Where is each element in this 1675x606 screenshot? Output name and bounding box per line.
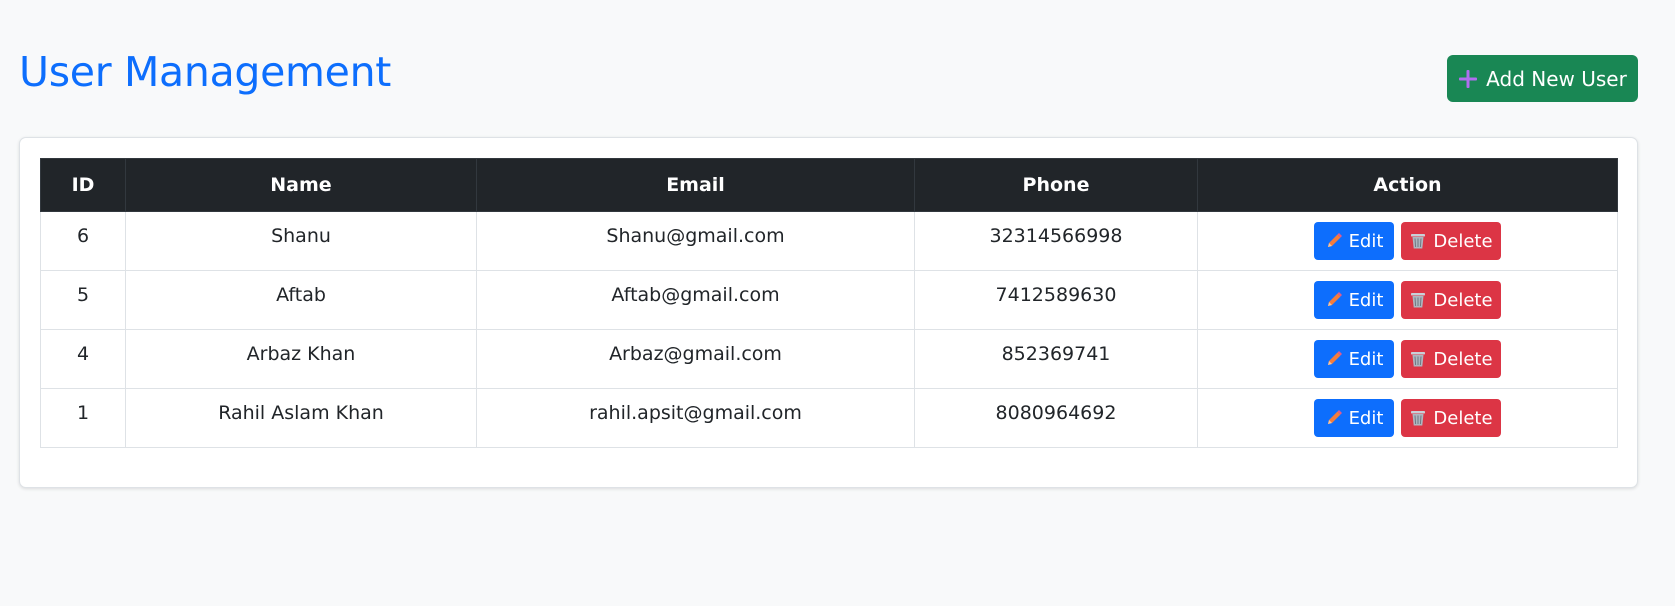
table-row: 4 Arbaz Khan Arbaz@gmail.com 852369741 Edit D… bbox=[40, 329, 1618, 389]
column-header-phone: Phone bbox=[914, 158, 1198, 212]
column-header-name: Name bbox=[125, 158, 477, 212]
wastebasket-icon bbox=[1411, 352, 1426, 367]
cell-phone: 8080964692 bbox=[914, 388, 1198, 448]
delete-label: Delete bbox=[1433, 289, 1493, 311]
edit-label: Edit bbox=[1348, 348, 1384, 370]
row-actions: Edit Delete bbox=[1198, 399, 1617, 437]
edit-button[interactable]: Edit bbox=[1314, 281, 1394, 319]
row-actions: Edit Delete bbox=[1198, 281, 1617, 319]
cell-action: Edit Delete bbox=[1197, 388, 1618, 448]
wastebasket-icon bbox=[1411, 293, 1426, 308]
edit-button[interactable]: Edit bbox=[1314, 399, 1394, 437]
delete-button[interactable]: Delete bbox=[1401, 399, 1501, 437]
row-actions: Edit Delete bbox=[1198, 222, 1617, 260]
cell-email: rahil.apsit@gmail.com bbox=[476, 388, 915, 448]
add-new-user-button[interactable]: Add New User bbox=[1447, 55, 1638, 102]
cell-id: 6 bbox=[40, 211, 126, 271]
cell-id: 5 bbox=[40, 270, 126, 330]
table-row: 6 Shanu Shanu@gmail.com 32314566998 Edit Dele… bbox=[40, 211, 1618, 271]
cell-name: Aftab bbox=[125, 270, 477, 330]
edit-label: Edit bbox=[1348, 407, 1384, 429]
cell-name: Shanu bbox=[125, 211, 477, 271]
add-new-user-label: Add New User bbox=[1486, 66, 1627, 91]
cell-email: Aftab@gmail.com bbox=[476, 270, 915, 330]
delete-label: Delete bbox=[1433, 230, 1493, 252]
users-card: ID Name Email Phone Action 6 Shanu Shanu@g… bbox=[19, 137, 1638, 488]
cell-id: 1 bbox=[40, 388, 126, 448]
cell-name: Arbaz Khan bbox=[125, 329, 477, 389]
delete-button[interactable]: Delete bbox=[1401, 222, 1501, 260]
users-table: ID Name Email Phone Action 6 Shanu Shanu@g… bbox=[40, 158, 1618, 448]
wastebasket-icon bbox=[1411, 234, 1426, 249]
row-actions: Edit Delete bbox=[1198, 340, 1617, 378]
cell-email: Arbaz@gmail.com bbox=[476, 329, 915, 389]
pencil-icon bbox=[1327, 351, 1342, 365]
cell-action: Edit Delete bbox=[1197, 270, 1618, 330]
edit-button[interactable]: Edit bbox=[1314, 340, 1394, 378]
page: User Management Add New User ID Name Ema… bbox=[0, 0, 1675, 606]
pencil-icon bbox=[1327, 233, 1342, 247]
pencil-icon bbox=[1327, 292, 1342, 306]
table-row: 5 Aftab Aftab@gmail.com 7412589630 Edit Delet… bbox=[40, 270, 1618, 330]
cell-name: Rahil Aslam Khan bbox=[125, 388, 477, 448]
table-body: 6 Shanu Shanu@gmail.com 32314566998 Edit Dele… bbox=[40, 211, 1618, 448]
cell-phone: 7412589630 bbox=[914, 270, 1198, 330]
edit-button[interactable]: Edit bbox=[1314, 222, 1394, 260]
column-header-id: ID bbox=[40, 158, 126, 212]
cell-id: 4 bbox=[40, 329, 126, 389]
plus-icon bbox=[1459, 69, 1478, 88]
column-header-action: Action bbox=[1197, 158, 1618, 212]
edit-label: Edit bbox=[1348, 289, 1384, 311]
table-row: 1 Rahil Aslam Khan rahil.apsit@gmail.com 80… bbox=[40, 388, 1618, 448]
delete-button[interactable]: Delete bbox=[1401, 340, 1501, 378]
delete-label: Delete bbox=[1433, 407, 1493, 429]
cell-action: Edit Delete bbox=[1197, 211, 1618, 271]
page-title: User Management bbox=[19, 48, 392, 96]
wastebasket-icon bbox=[1411, 411, 1426, 426]
column-header-email: Email bbox=[476, 158, 915, 212]
cell-action: Edit Delete bbox=[1197, 329, 1618, 389]
cell-phone: 852369741 bbox=[914, 329, 1198, 389]
edit-label: Edit bbox=[1348, 230, 1384, 252]
delete-button[interactable]: Delete bbox=[1401, 281, 1501, 319]
pencil-icon bbox=[1327, 410, 1342, 424]
cell-email: Shanu@gmail.com bbox=[476, 211, 915, 271]
cell-phone: 32314566998 bbox=[914, 211, 1198, 271]
table-header-row: ID Name Email Phone Action bbox=[40, 158, 1618, 212]
delete-label: Delete bbox=[1433, 348, 1493, 370]
